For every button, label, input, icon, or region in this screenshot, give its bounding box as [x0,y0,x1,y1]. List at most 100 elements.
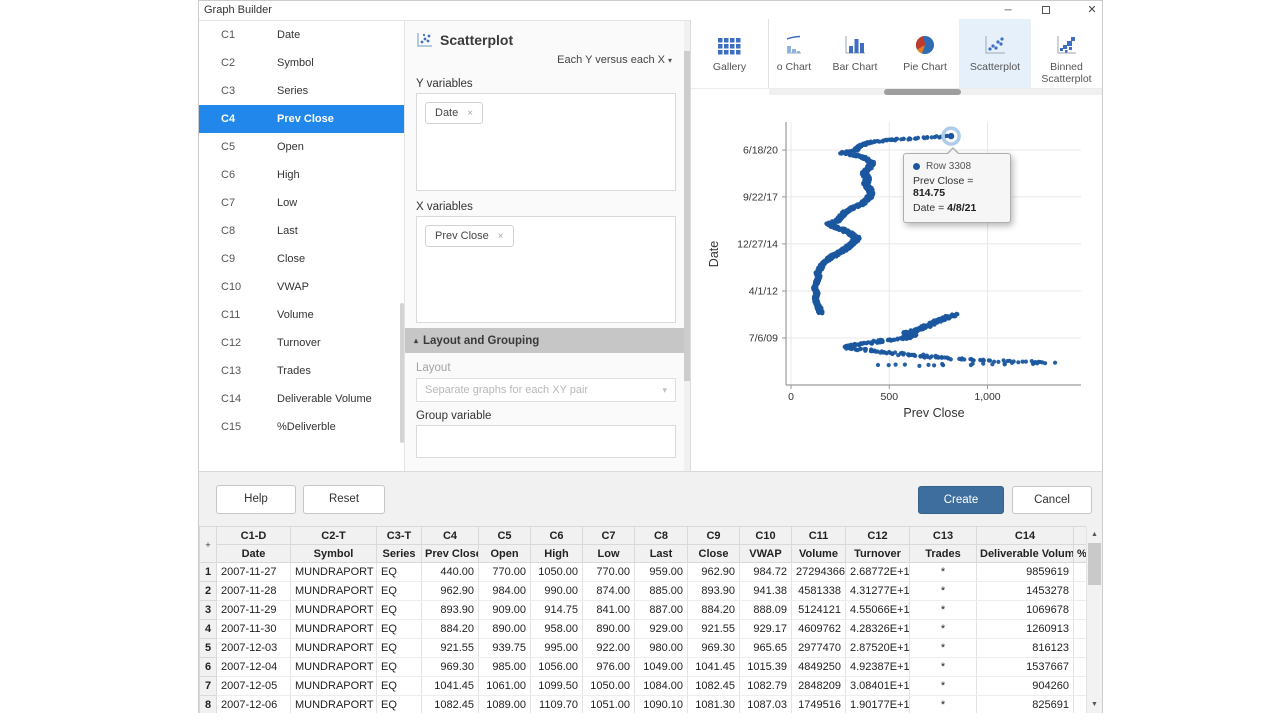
worksheet-cell[interactable]: 2848209 [792,677,846,696]
col-header-c13[interactable]: C13 [910,527,977,545]
worksheet-cell[interactable]: 841.00 [583,601,635,620]
worksheet-cell[interactable]: 995.00 [531,639,583,658]
col-header-c8[interactable]: C8 [635,527,688,545]
col-header-c6[interactable]: C6 [531,527,583,545]
worksheet-cell[interactable]: * [910,582,977,601]
worksheet-scrollbar-thumb[interactable] [1088,543,1101,585]
row-number[interactable]: 4 [200,620,217,639]
scroll-up-icon[interactable]: ▲ [1087,527,1102,542]
column-item-c2[interactable]: C2Symbol [199,49,404,77]
row-number[interactable]: 2 [200,582,217,601]
row-number[interactable]: 7 [200,677,217,696]
cancel-button[interactable]: Cancel [1012,486,1092,514]
worksheet-cell[interactable]: 962.90 [688,563,740,582]
scroll-down-icon[interactable]: ▼ [1087,697,1102,712]
gallery-item-scatterplot[interactable]: Scatterplot [959,19,1031,88]
column-item-c14[interactable]: C14Deliverable Volume [199,385,404,413]
worksheet-cell[interactable]: 1051.00 [583,696,635,714]
worksheet-cell[interactable]: 958.00 [531,620,583,639]
worksheet-cell[interactable] [1074,582,1087,601]
worksheet-cell[interactable]: 969.30 [688,639,740,658]
column-item-c9[interactable]: C9Close [199,245,404,273]
worksheet-cell[interactable]: 893.90 [422,601,479,620]
worksheet-cell[interactable]: 1090.10 [635,696,688,714]
worksheet-cell[interactable]: 921.55 [688,620,740,639]
column-item-c15[interactable]: C15%Deliverble [199,413,404,441]
worksheet-cell[interactable]: 1015.39 [740,658,792,677]
layout-select[interactable]: Separate graphs for each XY pair ▾ [416,378,676,402]
worksheet-cell[interactable]: 939.75 [479,639,531,658]
col-name-header[interactable]: Volume [792,545,846,563]
worksheet-cell[interactable]: MUNDRAPORT [291,677,377,696]
worksheet-cell[interactable]: 2007-12-05 [217,677,291,696]
x-variables-box[interactable]: Prev Close× [416,216,676,323]
worksheet-cell[interactable]: 990.00 [531,582,583,601]
worksheet-cell[interactable]: 1084.00 [635,677,688,696]
mode-selector[interactable]: Each Y versus each X▾ [557,54,672,66]
worksheet-cell[interactable]: 885.00 [635,582,688,601]
col-name-header[interactable]: %Deliverble [1074,545,1087,563]
settings-scrollbar[interactable] [684,21,690,471]
worksheet-cell[interactable]: 2.87520E+14 [846,639,910,658]
worksheet-cell[interactable]: EQ [377,563,422,582]
worksheet-cell[interactable]: MUNDRAPORT [291,563,377,582]
worksheet-cell[interactable]: 4.55066E+14 [846,601,910,620]
worksheet-cell[interactable]: 2007-11-29 [217,601,291,620]
worksheet-cell[interactable]: 1082.45 [422,696,479,714]
worksheet-cell[interactable]: 1082.79 [740,677,792,696]
y-variable-chip[interactable]: Date× [425,102,483,124]
worksheet-cell[interactable]: 959.00 [635,563,688,582]
col-name-header[interactable]: Series [377,545,422,563]
col-name-header[interactable]: Turnover [846,545,910,563]
col-header-c7[interactable]: C7 [583,527,635,545]
worksheet-cell[interactable]: 1041.45 [422,677,479,696]
worksheet-cell[interactable]: MUNDRAPORT [291,582,377,601]
worksheet-cell[interactable]: EQ [377,677,422,696]
gallery-item-binned-scatterplot[interactable]: Binned Scatterplot [1031,19,1102,88]
worksheet-cell[interactable]: 770.00 [479,563,531,582]
restore-icon[interactable] [1035,1,1057,20]
col-header-c1-d[interactable]: C1-D [217,527,291,545]
col-name-header[interactable]: VWAP [740,545,792,563]
worksheet-cell[interactable] [1074,677,1087,696]
worksheet-cell[interactable]: 1082.45 [688,677,740,696]
worksheet-cell[interactable]: MUNDRAPORT [291,601,377,620]
worksheet-cell[interactable]: 1453278 [977,582,1074,601]
worksheet-cell[interactable]: MUNDRAPORT [291,639,377,658]
column-item-c12[interactable]: C12Turnover [199,329,404,357]
col-name-header[interactable]: Open [479,545,531,563]
worksheet-cell[interactable]: 825691 [977,696,1074,714]
worksheet-cell[interactable]: 2007-11-28 [217,582,291,601]
worksheet-cell[interactable]: EQ [377,582,422,601]
column-item-c5[interactable]: C5Open [199,133,404,161]
worksheet-cell[interactable]: MUNDRAPORT [291,658,377,677]
worksheet-cell[interactable]: 27294366 [792,563,846,582]
col-header-c10[interactable]: C10 [740,527,792,545]
worksheet-cell[interactable]: EQ [377,620,422,639]
worksheet-cell[interactable]: 1041.45 [688,658,740,677]
column-item-c4[interactable]: C4Prev Close [199,105,404,133]
col-header-c9[interactable]: C9 [688,527,740,545]
worksheet-cell[interactable]: 976.00 [583,658,635,677]
worksheet-cell[interactable]: 4.92387E+14 [846,658,910,677]
worksheet-cell[interactable]: 4849250 [792,658,846,677]
worksheet-cell[interactable]: 2007-11-30 [217,620,291,639]
worksheet-cell[interactable]: 4.28326E+14 [846,620,910,639]
gallery-item-bar-chart[interactable]: Bar Chart [819,19,891,88]
scatterplot-preview[interactable]: 6/18/209/22/1712/27/144/1/127/6/0905001,… [691,96,1102,430]
worksheet-cell[interactable]: 770.00 [583,563,635,582]
column-item-c3[interactable]: C3Series [199,77,404,105]
worksheet-cell[interactable]: 2007-12-04 [217,658,291,677]
worksheet-cell[interactable]: * [910,639,977,658]
worksheet-cell[interactable]: 1537667 [977,658,1074,677]
worksheet-cell[interactable]: EQ [377,658,422,677]
col-name-header[interactable]: Symbol [291,545,377,563]
column-item-c6[interactable]: C6High [199,161,404,189]
worksheet-cell[interactable]: 1089.00 [479,696,531,714]
worksheet-cell[interactable]: * [910,658,977,677]
gallery-item-o-chart[interactable]: o Chart [769,19,819,88]
worksheet-cell[interactable]: * [910,563,977,582]
col-header-c15[interactable] [1074,527,1087,545]
col-header-c5[interactable]: C5 [479,527,531,545]
worksheet-cell[interactable]: 921.55 [422,639,479,658]
